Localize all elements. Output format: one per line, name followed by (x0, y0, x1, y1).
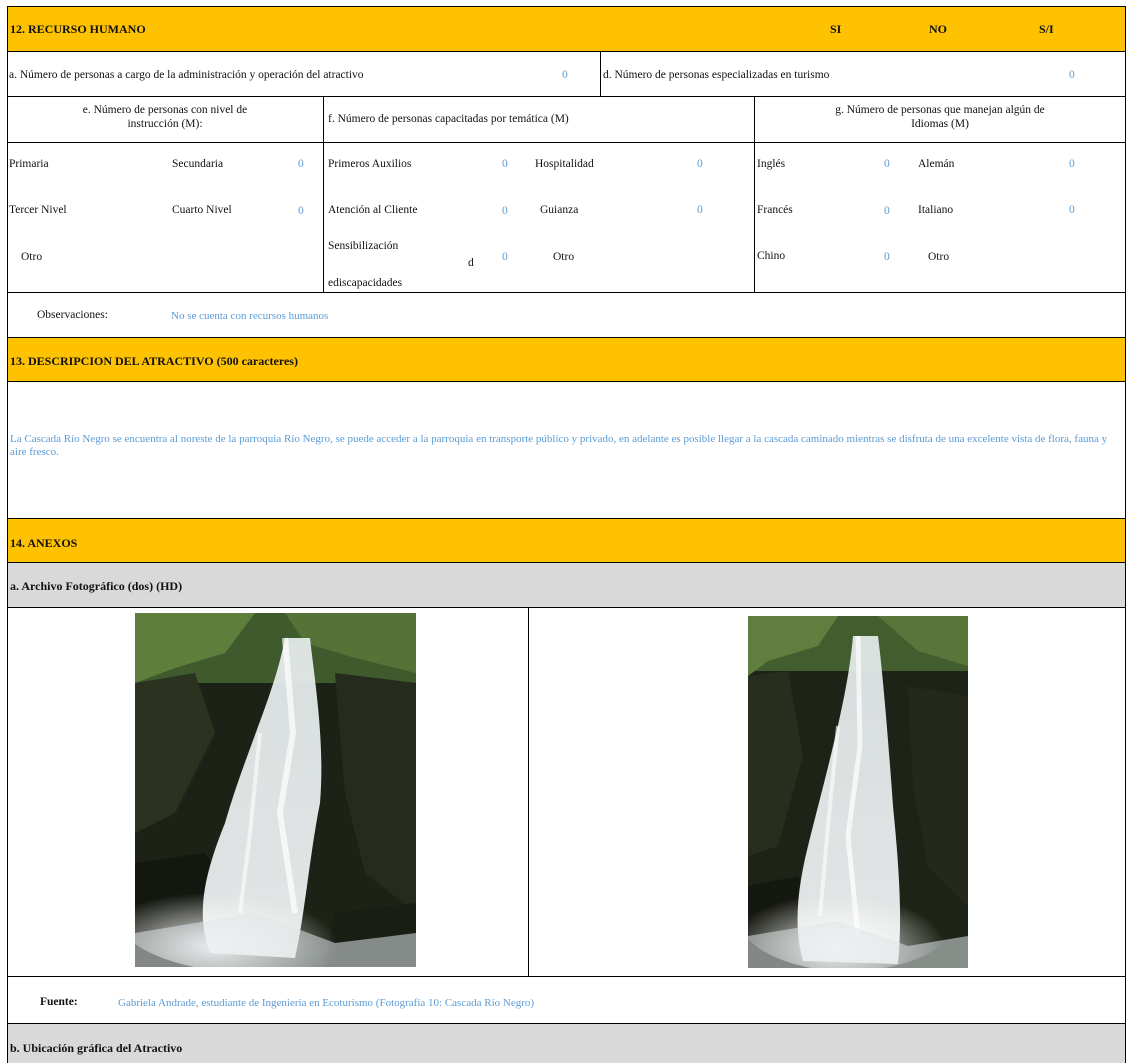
g-label: g. Número de personas que manejan algún … (754, 103, 1126, 131)
italiano-value: 0 (1069, 204, 1075, 216)
description-text: La Cascada Río Negro se encuentra al nor… (10, 433, 1108, 458)
e-label: e. Número de personas con nivel de instr… (7, 103, 323, 131)
otro-e-label: Otro (21, 251, 43, 263)
row-a-value: 0 (562, 69, 568, 81)
grid-line (7, 292, 1126, 293)
section-14-title: 14. ANEXOS (10, 536, 78, 550)
row-d-value: 0 (1069, 69, 1075, 81)
grid-line (7, 1023, 1126, 1024)
grid-line (7, 562, 1126, 563)
sensibilizacion-line2: ediscapacidades (328, 277, 403, 289)
col-si-header: SI (830, 22, 842, 36)
grid-line (7, 976, 1126, 977)
grid-line (7, 607, 1126, 608)
cuarto-nivel-value: 0 (298, 205, 304, 217)
guianza-label: Guianza (540, 204, 579, 216)
cuarto-nivel-label: Cuarto Nivel (172, 204, 232, 216)
italiano-label: Italiano (918, 204, 954, 216)
grid-line (7, 96, 1126, 97)
g-label-line1: g. Número de personas que manejan algún … (835, 104, 1045, 116)
atencion-cliente-label: Atención al Cliente (328, 204, 418, 216)
waterfall-photo-2 (748, 616, 968, 968)
e-label-line2: instrucción (M): (127, 118, 203, 130)
otro-f-label: Otro (553, 251, 575, 263)
col-no-header: NO (929, 22, 947, 36)
fuente-value: Gabriela Andrade, estudiante de Ingenier… (118, 997, 535, 1009)
grid-line (7, 337, 1126, 338)
grid-line (7, 6, 8, 1063)
sensibilizacion-line1: Sensibilización (328, 240, 399, 252)
hospitalidad-value: 0 (697, 158, 703, 170)
grid-line (323, 96, 324, 292)
section-14-header (7, 518, 1126, 562)
photo-archive-label: a. Archivo Fotográfico (dos) (HD) (10, 579, 183, 593)
observaciones-value: No se cuenta con recursos humanos (171, 310, 329, 322)
grid-line (754, 96, 755, 292)
section-12-header (7, 6, 1126, 51)
grid-line (7, 6, 1126, 7)
tercer-nivel-label: Tercer Nivel (9, 204, 67, 216)
grid-line (528, 607, 529, 976)
location-label: b. Ubicación gráfica del Atractivo (10, 1041, 183, 1055)
fuente-label: Fuente: (40, 996, 78, 1008)
col-si-info-header: S/I (1039, 22, 1054, 36)
f-label: f. Número de personas capacitadas por te… (328, 113, 569, 125)
grid-line (600, 51, 601, 96)
aleman-value: 0 (1069, 158, 1075, 170)
ingles-value: 0 (884, 158, 890, 170)
otro-g-label: Otro (928, 251, 950, 263)
frances-value: 0 (884, 205, 890, 217)
chino-label: Chino (757, 250, 786, 262)
grid-line (7, 518, 1126, 519)
e-label-line1: e. Número de personas con nivel de (82, 104, 248, 116)
grid-line (7, 51, 1126, 52)
secundaria-label: Secundaria (172, 158, 224, 170)
primaria-label: Primaria (9, 158, 49, 170)
grid-line (7, 381, 1126, 382)
section-12-title: 12. RECURSO HUMANO (10, 22, 146, 36)
row-d-label: d. Número de personas especializadas en … (603, 69, 830, 81)
sensibilizacion-d: d (468, 257, 474, 269)
primeros-auxilios-label: Primeros Auxilios (328, 158, 412, 170)
frances-label: Francés (757, 204, 793, 216)
grid-line (7, 142, 1126, 143)
hospitalidad-label: Hospitalidad (535, 158, 594, 170)
aleman-label: Alemán (918, 158, 955, 170)
atencion-cliente-value: 0 (502, 205, 508, 217)
sensibilizacion-value: 0 (502, 251, 508, 263)
secundaria-value: 0 (298, 158, 304, 170)
ingles-label: Inglés (757, 158, 786, 170)
row-a-label: a. Número de personas a cargo de la admi… (9, 69, 364, 81)
primeros-auxilios-value: 0 (502, 158, 508, 170)
chino-value: 0 (884, 251, 890, 263)
waterfall-photo-1 (135, 613, 416, 967)
observaciones-label: Observaciones: (37, 309, 108, 321)
guianza-value: 0 (697, 204, 703, 216)
g-label-line2: Idiomas (M) (911, 118, 969, 130)
section-13-title: 13. DESCRIPCION DEL ATRACTIVO (500 carac… (10, 354, 298, 368)
